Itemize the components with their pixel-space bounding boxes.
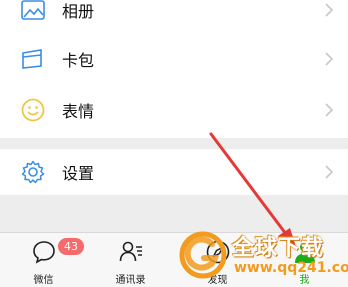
menu-item-label: 卡包 [62,51,95,70]
watermark-url: www.qq241.com [234,260,348,276]
gear-icon [20,159,46,185]
unread-badge: 43 [58,238,84,255]
chevron-right-icon [322,100,336,120]
watermark-logo-icon [179,231,227,279]
chevron-right-icon [322,0,336,20]
watermark: 全球下载 www.qq241.com [170,222,348,287]
chevron-right-icon [322,49,336,69]
photo-album-icon [20,0,46,23]
smiley-icon [20,97,46,123]
tab-contacts[interactable]: 通讯录 [87,233,174,287]
chevron-right-icon [322,162,336,182]
tab-label: 微信 [33,275,54,286]
contacts-icon [118,239,144,265]
menu-item-label: 相册 [62,2,95,21]
menu-item-card-wallet[interactable]: 卡包 [0,31,348,87]
menu-item-label: 表情 [62,102,95,121]
section-gap [0,138,348,149]
tab-chats[interactable]: 43 微信 [0,233,87,287]
chat-bubble-icon [31,239,57,265]
menu-item-label: 设置 [62,164,95,183]
tab-label: 通讯录 [115,275,146,286]
card-wallet-icon [20,46,46,72]
menu-item-settings[interactable]: 设置 [0,149,348,195]
menu-item-stickers[interactable]: 表情 [0,82,348,138]
watermark-title: 全球下载 [232,236,325,261]
